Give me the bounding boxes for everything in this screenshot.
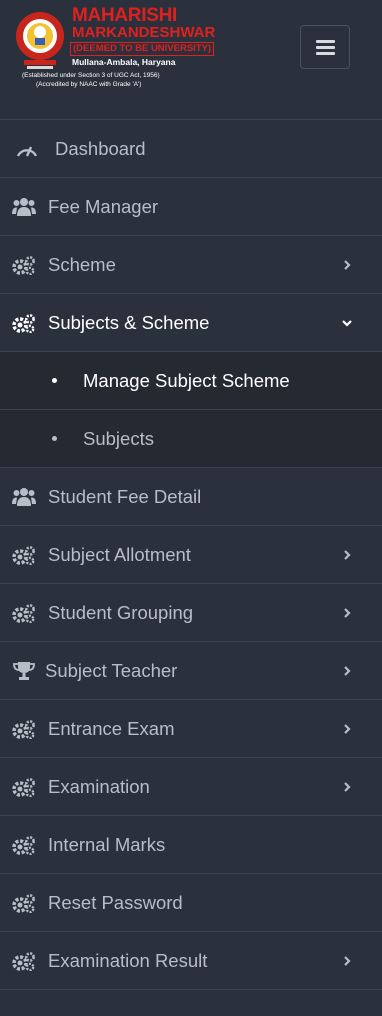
sidebar-item-label: Examination bbox=[48, 776, 150, 797]
dashboard-icon bbox=[16, 146, 38, 157]
submenu-item-label: Manage Subject Scheme bbox=[83, 370, 290, 391]
chevron-right-icon bbox=[344, 956, 351, 966]
cogs-icon bbox=[12, 546, 35, 565]
sidebar-item-label: Subjects & Scheme bbox=[48, 312, 210, 333]
sidebar-item-label: Subject Teacher bbox=[45, 660, 178, 681]
chevron-right-icon bbox=[344, 260, 351, 270]
chevron-right-icon bbox=[344, 550, 351, 560]
sidebar-item-label: Entrance Exam bbox=[48, 718, 175, 739]
brand-deemed: (DEEMED TO BE UNIVERSITY) bbox=[70, 42, 215, 56]
university-logo[interactable]: MAHARISHI MARKANDESHWAR (DEEMED TO BE UN… bbox=[10, 5, 215, 94]
cogs-icon bbox=[12, 314, 35, 333]
sidebar-item-reset-password[interactable]: Reset Password bbox=[0, 874, 382, 932]
cogs-icon bbox=[12, 894, 35, 913]
sidebar-item-label: Examination Result bbox=[48, 950, 208, 971]
cogs-icon bbox=[12, 778, 35, 797]
cogs-icon bbox=[12, 604, 35, 623]
cogs-icon bbox=[12, 256, 35, 275]
sidebar-item-subject-allotment[interactable]: Subject Allotment bbox=[0, 526, 382, 584]
sidebar-item-label: Subject Allotment bbox=[48, 544, 191, 565]
hamburger-icon-bar bbox=[316, 46, 335, 49]
sidebar-item-examination-result[interactable]: Examination Result bbox=[0, 932, 382, 990]
sidebar-item-entrance-exam[interactable]: Entrance Exam bbox=[0, 700, 382, 758]
menu-toggle-button[interactable] bbox=[300, 25, 350, 69]
sidebar-item-scheme[interactable]: Scheme bbox=[0, 236, 382, 294]
hamburger-icon-bar bbox=[316, 40, 335, 43]
sidebar-item-label: Reset Password bbox=[48, 892, 183, 913]
chevron-down-icon bbox=[342, 320, 352, 327]
hamburger-icon-bar bbox=[316, 52, 335, 55]
bullet-icon bbox=[52, 436, 57, 441]
trophy-icon bbox=[13, 662, 35, 680]
users-icon bbox=[12, 198, 36, 216]
chevron-right-icon bbox=[344, 608, 351, 618]
university-emblem-icon bbox=[16, 12, 64, 69]
chevron-right-icon bbox=[344, 666, 351, 676]
sidebar-item-examination[interactable]: Examination bbox=[0, 758, 382, 816]
sidebar-item-student-fee-detail[interactable]: Student Fee Detail bbox=[0, 468, 382, 526]
sidebar-menu: Dashboard Fee Manager Scheme Subjects & … bbox=[0, 120, 382, 990]
sidebar-item-fee-manager[interactable]: Fee Manager bbox=[0, 178, 382, 236]
sidebar-item-subjects-scheme[interactable]: Subjects & Scheme bbox=[0, 294, 382, 352]
submenu-item-subjects[interactable]: Subjects bbox=[0, 410, 382, 468]
chevron-right-icon bbox=[344, 782, 351, 792]
sidebar-header: MAHARISHI MARKANDESHWAR (DEEMED TO BE UN… bbox=[0, 0, 382, 120]
submenu-item-label: Subjects bbox=[83, 428, 154, 449]
bullet-icon bbox=[52, 378, 57, 383]
sidebar-item-label: Scheme bbox=[48, 254, 116, 275]
sidebar-item-label: Fee Manager bbox=[48, 196, 159, 217]
brand-location: Mullana-Ambala, Haryana bbox=[72, 57, 176, 67]
brand-name-line1: MAHARISHI bbox=[72, 5, 177, 26]
sidebar-item-label: Dashboard bbox=[55, 138, 146, 159]
brand-established: (Established under Section 3 of UGC Act,… bbox=[22, 72, 160, 79]
sidebar: MAHARISHI MARKANDESHWAR (DEEMED TO BE UN… bbox=[0, 0, 382, 1016]
cogs-icon bbox=[12, 952, 35, 971]
sidebar-item-student-grouping[interactable]: Student Grouping bbox=[0, 584, 382, 642]
sidebar-item-label: Student Grouping bbox=[48, 602, 194, 623]
brand-name-line2: MARKANDESHWAR bbox=[72, 24, 216, 41]
submenu-item-manage-subject-scheme[interactable]: Manage Subject Scheme bbox=[0, 352, 382, 410]
users-icon bbox=[12, 488, 36, 506]
sidebar-item-dashboard[interactable]: Dashboard bbox=[0, 120, 382, 178]
sidebar-item-internal-marks[interactable]: Internal Marks bbox=[0, 816, 382, 874]
cogs-icon bbox=[12, 720, 35, 739]
cogs-icon bbox=[12, 836, 35, 855]
sidebar-item-subject-teacher[interactable]: Subject Teacher bbox=[0, 642, 382, 700]
chevron-right-icon bbox=[344, 724, 351, 734]
sidebar-item-label: Internal Marks bbox=[48, 834, 166, 855]
brand-accredited: (Accredited by NAAC with Grade 'A') bbox=[36, 81, 142, 88]
sidebar-item-label: Student Fee Detail bbox=[48, 486, 202, 507]
